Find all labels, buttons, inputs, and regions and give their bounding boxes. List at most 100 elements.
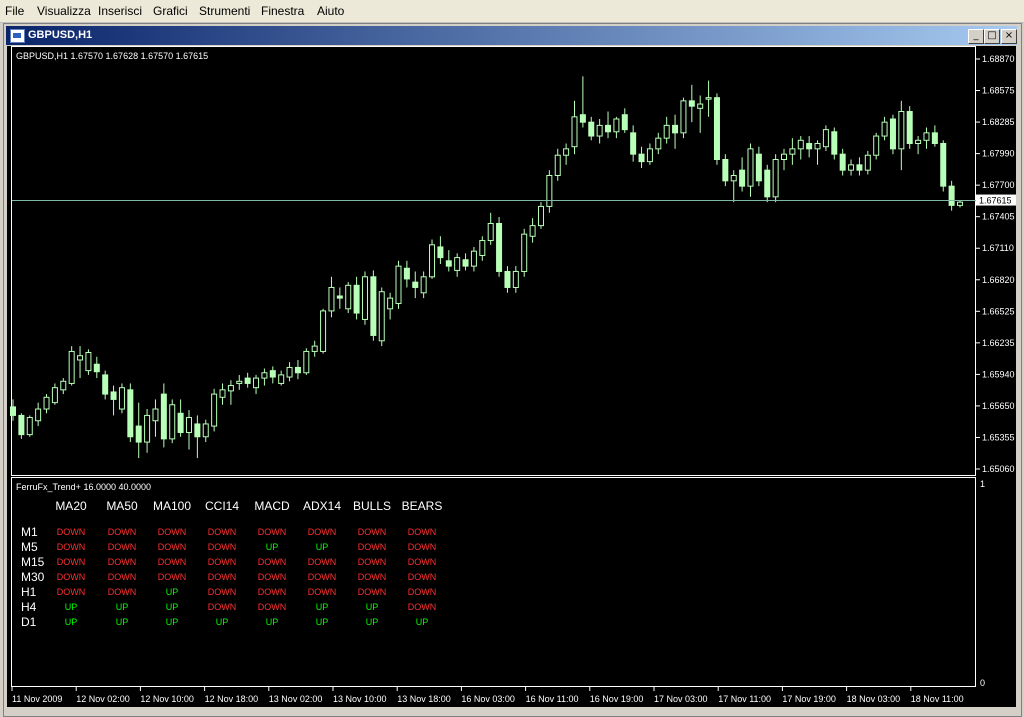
candle-body-bull [60,380,67,391]
x-tick-label: 13 Nov 18:00 [397,694,451,704]
indicator-scale-bottom: 0 [980,678,985,688]
candle-body-bear [672,124,679,134]
candle-body-bull [546,174,553,207]
x-tick-label: 11 Nov 2009 [12,694,62,704]
candle-body-bear [445,260,452,267]
candle-body-bear [135,425,142,443]
table-cell: DOWN [258,557,287,567]
table-cell: DOWN [108,542,137,552]
maximize-button[interactable]: □ [984,29,1000,44]
y-tick-label: 1.68285 [982,117,1015,127]
table-cell: DOWN [408,587,437,597]
menu-strumenti[interactable]: Strumenti [199,4,250,18]
close-button[interactable]: × [1001,29,1017,44]
candle-body-bear [588,121,595,137]
table-cell: UP [266,617,279,627]
table-cell: UP [216,617,229,627]
candle-body-bull [613,118,620,133]
candle-body-bear [856,164,863,171]
menu-file[interactable]: File [5,4,24,18]
candle-body-bull [51,387,58,404]
candle-body-bull [169,404,176,440]
candle-body-bull [470,250,477,267]
candle-body-bull [554,154,561,176]
candle-body-bull [420,276,427,294]
menu-grafici[interactable]: Grafici [153,4,188,18]
candle-body-bear [336,295,343,299]
x-tick-label: 12 Nov 18:00 [205,694,259,704]
candle-body-bull [202,423,209,438]
candle-body-bull [26,417,33,436]
x-tick-label: 16 Nov 03:00 [461,694,515,704]
x-tick-label: 17 Nov 11:00 [718,694,771,704]
table-timeframe: M30 [21,570,45,584]
y-tick-label: 1.65355 [982,432,1015,442]
window-title: GBPUSD,H1 [28,29,93,41]
candle-body-bull [219,389,226,398]
y-axis: 1.68870 1.68575 1.68285 1.67990 1.67700 1.674… [976,54,1015,474]
candle-body-bear [177,412,184,433]
table-cell: DOWN [408,557,437,567]
table-cell: DOWN [258,572,287,582]
candle-body-bear [605,124,612,133]
table-cell: DOWN [208,587,237,597]
y-tick-label: 1.65060 [982,464,1015,474]
table-cell: UP [116,617,129,627]
table-cell: DOWN [358,527,387,537]
chart-area[interactable]: GBPUSD,H1 1.67570 1.67628 1.67570 1.6761… [7,46,1016,707]
table-cell: DOWN [358,572,387,582]
candle-body-bear [102,374,109,395]
table-header: MACD [254,499,290,513]
table-cell: DOWN [57,557,86,567]
table-header: ADX14 [303,499,341,513]
menu-visualizza[interactable]: Visualizza [37,4,91,18]
candle-body-bear [889,118,896,150]
menu-inserisci[interactable]: Inserisci [98,4,142,18]
chart-canvas: GBPUSD,H1 1.67570 1.67628 1.67570 1.6761… [10,46,1016,704]
table-header: MA100 [153,499,191,513]
candle-body-bull [68,350,75,384]
candle-body-bear [403,267,410,280]
indicator-scale-top: 1 [980,479,985,489]
candle-body-bull [395,265,402,304]
table-cell: DOWN [57,587,86,597]
candle-body-bear [194,423,201,438]
candle-body-bull [85,352,92,372]
minimize-button[interactable]: _ [968,29,984,44]
x-tick-label: 17 Nov 19:00 [782,694,836,704]
candle-body-bull [361,276,368,320]
table-cell: DOWN [308,587,337,597]
y-tick-label: 1.67700 [982,180,1015,190]
candle-body-bull [152,408,159,422]
menu-finestra[interactable]: Finestra [261,4,304,18]
indicator-label: FerruFx_Trend+ 16.0000 40.0000 [16,482,151,492]
candle-body-bull [512,270,519,288]
candle-body-bear [906,111,913,145]
table-header: BEARS [402,499,443,513]
candle-body-bull [730,174,737,182]
candle-body-bull [387,297,394,310]
candle-body-bull [236,380,243,384]
candle-body-bull [454,257,461,271]
candle-body-bull [429,244,436,278]
chart-window-icon [10,29,25,43]
table-cell: DOWN [408,572,437,582]
table-cell: DOWN [408,542,437,552]
menu-bar: File Visualizza Inserisci Grafici Strume… [0,0,1024,23]
candle-body-bear [630,132,637,155]
y-tick-label: 1.66235 [982,338,1015,348]
candle-body-bull [303,350,310,374]
table-cell: DOWN [158,542,187,552]
menu-aiuto[interactable]: Aiuto [317,4,344,18]
candle-body-bear [504,270,511,288]
table-cell: DOWN [308,557,337,567]
table-cell: DOWN [57,572,86,582]
candle-body-bull [253,377,260,389]
x-tick-label: 16 Nov 19:00 [590,694,644,704]
window-titlebar[interactable]: GBPUSD,H1 _ □ × [6,26,1017,45]
candle-body-bull [915,139,922,145]
candles [10,76,963,459]
candle-body-bull [596,124,603,137]
table-cell: DOWN [258,587,287,597]
table-cell: DOWN [108,587,137,597]
